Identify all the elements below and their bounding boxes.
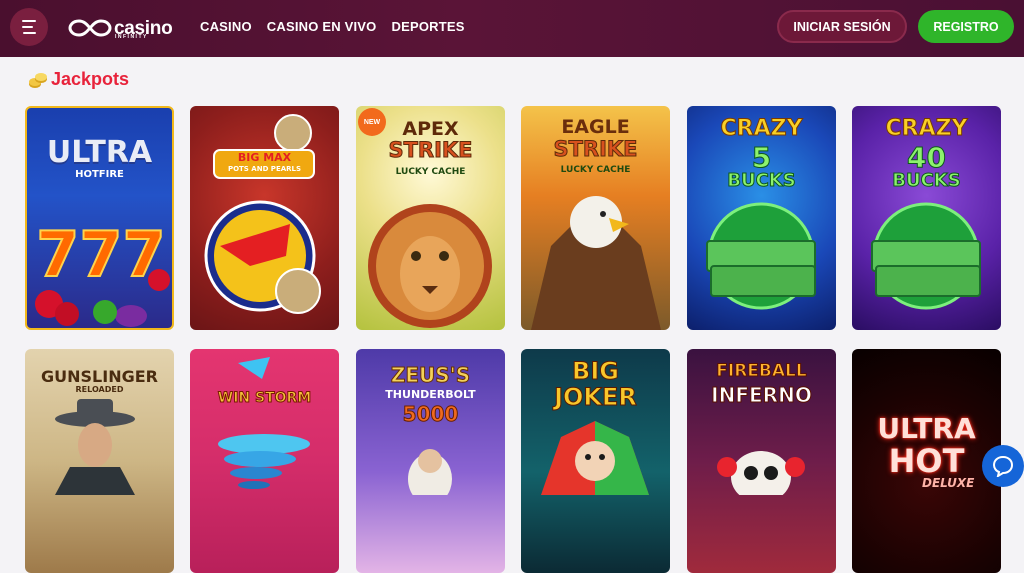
game-subtitle: 40 — [907, 141, 947, 174]
logo-subtext: INFINITY — [115, 34, 148, 40]
game-subtitle: STRIKE — [553, 137, 638, 161]
game-card-zeus-thunderbolt-5000[interactable]: ZEUS'S THUNDERBOLT 5000 — [356, 349, 505, 573]
game-title: WIN STORM — [217, 390, 312, 406]
game-title: APEX — [402, 118, 459, 140]
game-tagline: BUCKS — [727, 170, 796, 191]
game-card-win-storm[interactable]: WIN STORM — [190, 349, 339, 573]
game-art — [204, 114, 321, 314]
nav-casino[interactable]: CASINO — [200, 19, 252, 34]
game-card-crazy-40-bucks[interactable]: CRAZY 40 BUCKS — [852, 106, 1001, 330]
game-title: ULTRA — [46, 135, 153, 170]
game-title: CRAZY — [720, 116, 803, 141]
game-card-crazy-5-bucks[interactable]: CRAZY 5 BUCKS — [687, 106, 836, 330]
game-subtitle: JOKER — [554, 383, 638, 411]
register-button[interactable]: REGISTRO — [918, 10, 1014, 43]
casino-logo[interactable]: casino INFINITY — [68, 14, 173, 42]
game-card-fireball-inferno[interactable]: FIREBALL INFERNO — [687, 349, 836, 573]
game-title: GUNSLINGER — [41, 367, 158, 386]
game-title: BIG — [572, 357, 620, 385]
section-title: Jackpots — [51, 69, 130, 89]
section-header: Jackpots — [27, 69, 129, 90]
chat-bubble-icon — [992, 455, 1014, 477]
game-title: ULTRA — [877, 412, 976, 445]
menu-line-icon — [22, 20, 36, 22]
top-header: casino INFINITY CASINO CASINO EN VIVO DE… — [0, 0, 1024, 57]
game-card-eagle-strike[interactable]: EAGLE STRIKE LUCKY CACHE — [521, 106, 670, 330]
game-title: CRAZY — [885, 116, 968, 141]
game-title: BIG MAX — [237, 151, 292, 164]
game-subtitle: INFERNO — [711, 383, 813, 407]
game-subtitle: THUNDERBOLT — [385, 388, 476, 401]
menu-line-icon — [22, 26, 33, 28]
game-card-ultra-hot-deluxe[interactable]: ULTRA HOT DELUXE — [852, 349, 1001, 573]
nav-casino-en-vivo[interactable]: CASINO EN VIVO — [267, 19, 377, 34]
login-button[interactable]: INICIAR SESIÓN — [777, 10, 907, 43]
hamburger-menu-button[interactable] — [10, 8, 48, 46]
game-title: FIREBALL — [716, 361, 807, 381]
game-subtitle: HOT — [888, 442, 965, 480]
main-nav: CASINO CASINO EN VIVO DEPORTES — [200, 19, 465, 34]
coins-icon — [27, 69, 48, 90]
game-tagline: LUCKY CACHE — [395, 167, 466, 177]
game-subtitle: POTS AND PEARLS — [227, 165, 302, 173]
infinity-icon — [68, 19, 112, 37]
menu-line-icon — [22, 32, 36, 34]
game-subtitle: STRIKE — [388, 138, 473, 162]
game-card-big-joker[interactable]: BIG JOKER — [521, 349, 670, 573]
chat-support-button[interactable] — [982, 445, 1024, 487]
game-title: ZEUS'S — [390, 363, 471, 387]
game-subtitle: RELOADED — [75, 385, 124, 394]
game-card-ultra-hotfire[interactable]: 777 ULTRA HOTFIRE — [25, 106, 174, 330]
game-title: EAGLE — [561, 116, 630, 138]
game-tagline: 5000 — [402, 402, 459, 426]
game-subtitle: 5 — [751, 141, 772, 174]
nav-deportes[interactable]: DEPORTES — [391, 19, 464, 34]
game-tagline: BUCKS — [892, 170, 961, 191]
game-tagline: LUCKY CACHE — [560, 165, 631, 175]
game-card-apex-strike[interactable]: NEW APEX STRIKE LUCKY CACHE — [356, 106, 505, 330]
game-subtitle: HOTFIRE — [75, 169, 124, 180]
game-art — [218, 357, 310, 489]
svg-text:777: 777 — [36, 218, 165, 291]
game-card-gunslinger-reloaded[interactable]: GUNSLINGER RELOADED — [25, 349, 174, 573]
game-card-big-max-pots-and-pearls[interactable]: BIG MAX POTS AND PEARLS — [190, 106, 339, 330]
